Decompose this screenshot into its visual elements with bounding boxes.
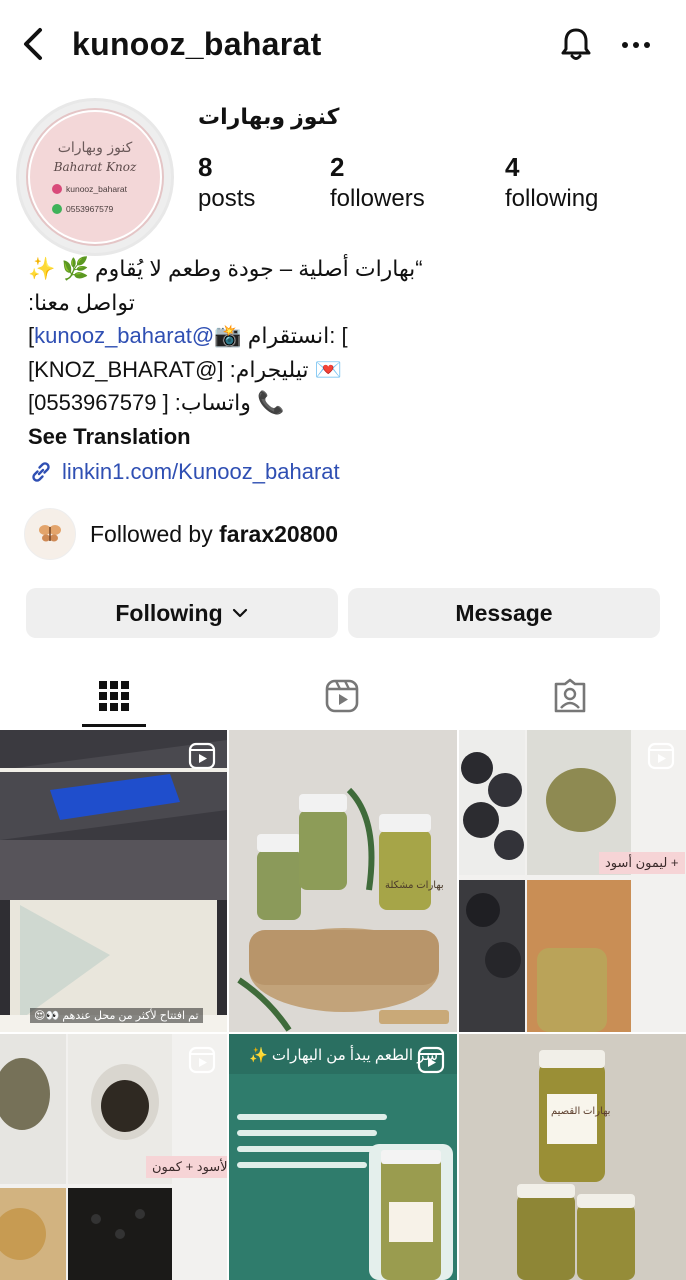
avatar-subtitle: Baharat Knoz [53,160,137,174]
bio-line-tagline: “بهارات أصلية – جودة وطعم لا يُقاوم 🌿 ✨ [28,256,423,281]
instagram-icon [52,184,62,194]
avatar-instagram-line: kunooz_baharat [52,184,127,194]
ellipsis-icon[interactable] [616,30,656,60]
tab-reels[interactable] [282,664,402,728]
follower-avatar [24,508,76,560]
profile-username: kunooz_baharat [72,26,322,62]
bio-line-telegram: [KNOZ_BHARAT@] :تيليجرام 💌 [28,356,343,382]
stat-posts-label: posts [198,185,256,212]
grid-icon [99,681,129,711]
top-bar: kunooz_baharat [0,0,686,92]
message-button[interactable]: Message [348,588,660,638]
profile-bio: “بهارات أصلية – جودة وطعم لا يُقاوم 🌿 ✨ … [28,252,668,489]
reel-badge-icon [417,1046,445,1074]
stat-posts-count: 8 [198,152,213,182]
post-caption: بهارات مشكلة [385,880,444,891]
bell-icon[interactable] [556,24,596,64]
reels-icon [325,679,359,713]
tab-posts-grid[interactable] [54,664,174,728]
chevron-left-icon[interactable] [18,24,50,64]
followed-by-prefix: Followed by [90,520,220,547]
profile-tabs [0,664,686,728]
posts-grid: تم افتتاح لأكثر من محل عندهم 👀😍 بهارات م… [0,730,686,1280]
reel-badge-icon [188,1046,216,1074]
grid-post[interactable]: + ليمون أسود [459,730,686,1032]
bio-line-contact: تواصل معنا: [28,289,135,315]
followed-by-user[interactable]: farax20800 [219,521,338,547]
avatar-title: كنوز وبهارات [57,140,133,156]
stat-followers-count: 2 [330,152,345,182]
post-caption: + ليمون أسود [599,852,685,874]
active-tab-indicator [82,724,146,727]
avatar-logo: كنوز وبهارات Baharat Knoz kunooz_baharat… [28,110,162,244]
post-caption: سر الطعم يبدأ من البهارات ✨ [249,1047,439,1064]
avatar-instagram: kunooz_baharat [66,184,127,194]
stat-followers-label: followers [330,185,425,212]
link-icon [32,462,50,482]
qassim-spice-jars-image [459,1034,686,1280]
storefront-image [0,730,227,1032]
chevron-down-icon [232,608,247,618]
bio-instagram-mention[interactable]: kunooz_baharat@ [34,323,214,348]
followed-by-text: Followed by farax20800 [90,521,338,548]
stat-following[interactable]: 4 following [505,152,598,213]
website-link[interactable]: linkin1.com/Kunooz_baharat [28,455,668,489]
stat-posts[interactable]: 8 posts [198,152,255,213]
message-button-label: Message [455,599,553,626]
stat-following-label: following [505,185,599,212]
reel-badge-icon [188,742,216,770]
bio-line-whatsapp: [0553967579 ] :واتساب 📞 [28,390,285,415]
following-button[interactable]: Following [26,588,338,638]
display-name: كنوز وبهارات [198,104,340,129]
grid-post[interactable]: سر الطعم يبدأ من البهارات ✨ [229,1034,457,1280]
avatar-phone: 0553967579 [66,204,114,214]
stat-followers[interactable]: 2 followers [330,152,425,213]
dried-lemon-collage-image [459,730,686,1032]
grid-post[interactable]: تم افتتاح لأكثر من محل عندهم 👀😍 [0,730,227,1032]
bio-instagram-label: ] :انستقرام 📸 [214,323,348,348]
post-caption: تم افتتاح لأكثر من محل عندهم 👀😍 [30,1008,203,1023]
reel-badge-icon [647,742,675,770]
avatar-phone-line: 0553967579 [52,204,113,214]
post-caption: الأسود + كمون [146,1156,227,1178]
grid-post[interactable]: الأسود + كمون [0,1034,227,1280]
stat-following-count: 4 [505,152,520,182]
see-translation-link[interactable]: See Translation [28,420,668,454]
tab-tagged[interactable] [510,664,630,728]
whatsapp-icon [52,204,62,214]
followed-by[interactable]: Followed by farax20800 [24,508,338,560]
post-caption: بهارات القصيم [551,1106,611,1117]
profile-avatar[interactable]: كنوز وبهارات Baharat Knoz kunooz_baharat… [16,98,174,256]
bio-line-instagram: [kunooz_baharat@] :انستقرام 📸 [28,319,668,353]
grid-post[interactable]: بهارات مشكلة [229,730,457,1032]
website-url: linkin1.com/Kunooz_baharat [62,459,340,484]
tagged-person-icon [554,678,586,713]
grid-post[interactable]: بهارات القصيم [459,1034,686,1280]
butterfly-icon [39,525,61,542]
following-button-label: Following [115,599,223,626]
